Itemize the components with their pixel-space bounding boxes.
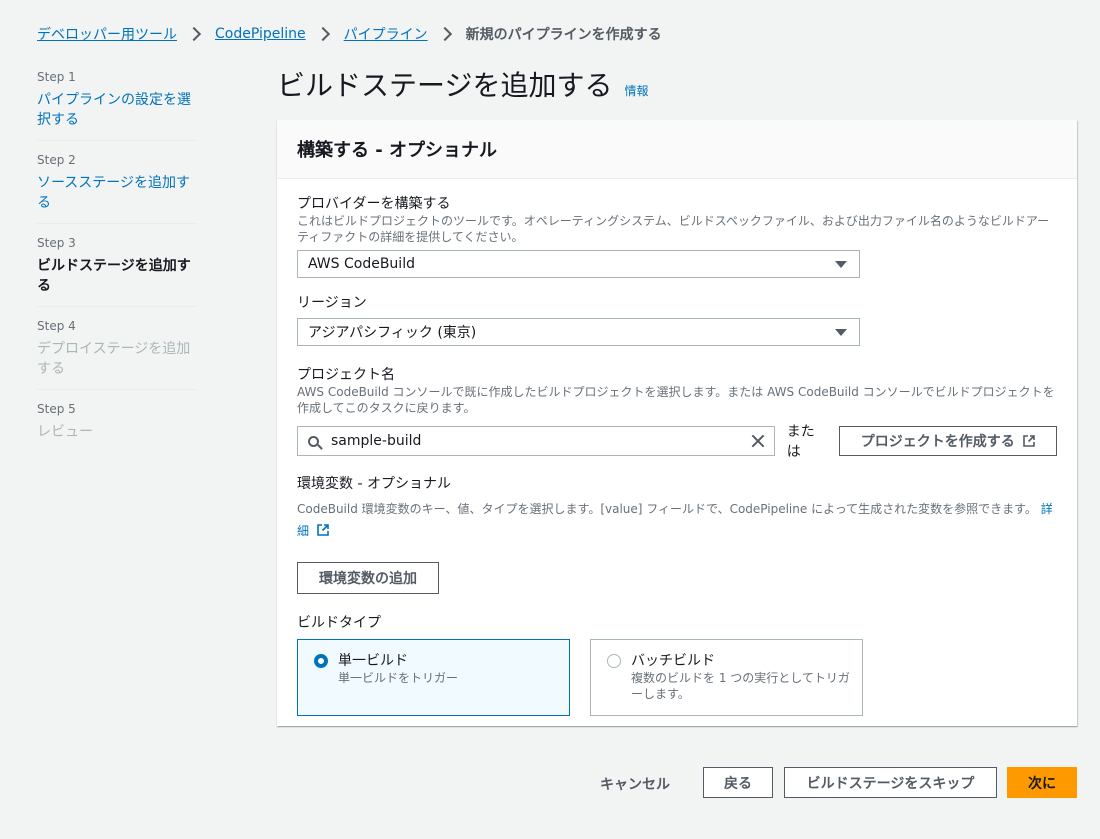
step-2: Step 2 ソースステージを追加する: [37, 153, 197, 224]
build-type-single-option[interactable]: 単一ビルド 単一ビルドをトリガー: [297, 639, 570, 716]
project-search-input[interactable]: sample-build: [297, 426, 775, 456]
region-select-value: アジアパシフィック (東京): [308, 325, 477, 341]
project-description: AWS CodeBuild コンソールで既に作成したビルドプロジェクトを選択しま…: [297, 385, 1055, 415]
step-1: Step 1 パイプラインの設定を選択する: [37, 70, 197, 141]
radio-title-batch: バッチビルド: [631, 653, 715, 669]
project-search-row: sample-build または プロジェクトを作成する: [297, 421, 1057, 461]
breadcrumb-pipelines[interactable]: パイプライン: [344, 24, 428, 44]
env-description: CodeBuild 環境変数のキー、値、タイプを選択します。[value] フィ…: [297, 498, 1057, 542]
step-link-pipeline-settings[interactable]: パイプラインの設定を選択する: [37, 90, 197, 130]
step-number: Step 1: [37, 70, 76, 84]
panel-header: 構築する - オプショナル: [277, 120, 1077, 179]
chevron-right-icon: [437, 26, 452, 42]
region-field: リージョン アジアパシフィック (東京): [297, 294, 1057, 346]
breadcrumb-developer-tools[interactable]: デベロッパー用ツール: [37, 24, 177, 44]
build-type-label: ビルドタイプ: [297, 615, 381, 631]
cancel-button[interactable]: キャンセル: [600, 774, 670, 794]
step-3: Step 3 ビルドステージを追加する: [37, 236, 197, 307]
caret-down-icon: [835, 261, 847, 268]
env-field: 環境変数 - オプショナル CodeBuild 環境変数のキー、値、タイプを選択…: [297, 475, 1057, 594]
build-type-field: ビルドタイプ 単一ビルド 単一ビルドをトリガー バッチビルド 複数のビルドを 1…: [297, 614, 1057, 716]
info-link[interactable]: 情報: [624, 82, 648, 99]
panel-body: プロバイダーを構築する これはビルドプロジェクトのツールです。オペレーティングシ…: [277, 179, 1077, 716]
create-project-button[interactable]: プロジェクトを作成する: [838, 426, 1057, 456]
panel-title: 構築する - オプショナル: [297, 140, 498, 161]
step-5: Step 5 レビュー: [37, 402, 197, 452]
step-review: レビュー: [37, 424, 93, 440]
page-header: ビルドステージを追加する 情報: [277, 64, 648, 104]
external-link-icon: [1022, 435, 1035, 447]
chevron-right-icon: [186, 26, 202, 42]
region-select[interactable]: アジアパシフィック (東京): [297, 318, 860, 346]
env-label: 環境変数 - オプショナル: [297, 476, 451, 492]
caret-down-icon: [835, 329, 847, 336]
search-icon: [308, 435, 319, 447]
project-search-value: sample-build: [331, 433, 422, 449]
next-button[interactable]: 次に: [1007, 767, 1077, 798]
env-description-text: CodeBuild 環境変数のキー、値、タイプを選択します。[value] フィ…: [297, 502, 1037, 516]
radio-desc-batch: 複数のビルドを 1 つの実行としてトリガーします。: [631, 671, 850, 701]
provider-label: プロバイダーを構築する: [297, 196, 451, 212]
step-link-source-stage[interactable]: ソースステージを追加する: [37, 173, 197, 213]
breadcrumb-codepipeline[interactable]: CodePipeline: [215, 26, 306, 42]
step-4: Step 4 デプロイステージを追加する: [37, 319, 197, 390]
or-text: または: [786, 424, 815, 460]
radio-title-single: 単一ビルド: [338, 653, 408, 669]
build-panel: 構築する - オプショナル プロバイダーを構築する これはビルドプロジェクトのツ…: [277, 120, 1077, 726]
breadcrumb: デベロッパー用ツール CodePipeline パイプライン 新規のパイプライン…: [37, 24, 662, 44]
external-link-icon: [317, 524, 329, 536]
page-title: ビルドステージを追加する: [277, 69, 613, 102]
breadcrumb-current: 新規のパイプラインを作成する: [465, 27, 662, 43]
radio-desc-single: 単一ビルドをトリガー: [338, 671, 459, 685]
create-project-label: プロジェクトを作成する: [860, 434, 1015, 450]
step-number: Step 3: [37, 236, 76, 250]
chevron-right-icon: [315, 26, 330, 42]
step-number: Step 2: [37, 153, 76, 167]
radio-unselected-icon: [607, 654, 621, 668]
project-label: プロジェクト名: [297, 367, 395, 383]
region-label: リージョン: [297, 295, 367, 311]
build-type-batch-option[interactable]: バッチビルド 複数のビルドを 1 つの実行としてトリガーします。: [590, 639, 863, 716]
provider-select-value: AWS CodeBuild: [308, 256, 415, 272]
provider-field: プロバイダーを構築する これはビルドプロジェクトのツールです。オペレーティングシ…: [297, 195, 1057, 278]
back-button[interactable]: 戻る: [703, 767, 773, 798]
add-env-var-button[interactable]: 環境変数の追加: [297, 562, 439, 594]
clear-icon[interactable]: [750, 433, 766, 449]
radio-selected-icon: [314, 654, 328, 668]
provider-select[interactable]: AWS CodeBuild: [297, 250, 860, 278]
step-current-build-stage: ビルドステージを追加する: [37, 258, 191, 294]
skip-build-stage-button[interactable]: ビルドステージをスキップ: [784, 767, 997, 798]
step-number: Step 4: [37, 319, 76, 333]
wizard-steps: Step 1 パイプラインの設定を選択する Step 2 ソースステージを追加す…: [37, 70, 197, 464]
provider-description: これはビルドプロジェクトのツールです。オペレーティングシステム、ビルドスペックフ…: [297, 214, 1050, 244]
step-deploy-stage: デプロイステージを追加する: [37, 341, 191, 377]
step-number: Step 5: [37, 402, 76, 416]
project-field: プロジェクト名 AWS CodeBuild コンソールで既に作成したビルドプロジ…: [297, 366, 1057, 461]
